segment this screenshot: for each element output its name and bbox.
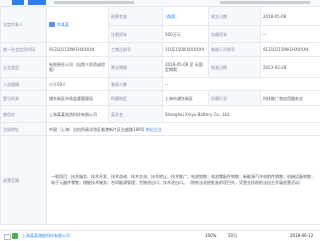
investment-row[interactable]: 上海某某储能科技有限公司 100% 50万 2018-06-12	[0, 230, 320, 241]
legal-rep-label: 法定代表人	[1, 7, 47, 43]
found-date-value: 2018-05-08	[261, 7, 320, 26]
company-type-value: 有限责任公司（自然人投资或控股）	[47, 57, 109, 78]
reg-capital-label: 注册资本	[109, 26, 163, 43]
tab-indicator[interactable]	[12, 0, 24, 5]
approval-date-value: 2023-03-28	[261, 57, 320, 78]
industry-label: 所属行业	[209, 91, 261, 106]
registration-authority-label: 登记机关	[1, 91, 47, 106]
industry-value: 科技推广和应用服务业	[261, 91, 320, 106]
company-type-label: 企业类型	[1, 57, 47, 78]
status-value: 存续	[163, 7, 209, 26]
english-name-label: 英文名	[109, 106, 163, 123]
business-scope-label: 经营范围	[1, 136, 47, 225]
region-label: 所属地区	[109, 91, 163, 106]
approval-date-label: 核准日期	[209, 57, 261, 78]
company-logo	[12, 233, 18, 239]
staff-size-value: 小于50人	[47, 78, 109, 91]
invested-company-link[interactable]: 上海某某储能科技有限公司	[22, 233, 70, 239]
invest-amount: 50万	[228, 233, 237, 239]
business-info-table: 法定代表人 李某某 经营状态 存续 成立日期 2018-05-08 注册资本 5…	[0, 6, 320, 225]
former-name-label: 曾用名	[1, 106, 47, 123]
region-value: 上海市浦东新区	[163, 91, 209, 106]
business-scope-value: 一般项目：技术服务、技术开发、技术咨询、技术交流、技术转让、技术推广；电池销售；…	[47, 136, 320, 225]
address-label: 注册地址	[1, 123, 47, 136]
former-name-value: 上海某某电池科技有限公司	[47, 106, 109, 123]
checkbox[interactable]	[4, 234, 11, 240]
found-date-label: 成立日期	[209, 7, 261, 26]
business-term-label: 营业期限	[109, 57, 163, 78]
avatar	[49, 22, 55, 27]
insured-label: 参保人数	[109, 78, 163, 91]
legal-rep-name[interactable]: 李某某	[57, 22, 69, 27]
status-badge: 存续	[165, 14, 177, 19]
status-label: 经营状态	[109, 7, 163, 26]
invest-date: 2018-06-12	[290, 233, 313, 239]
insured-value: --	[163, 78, 320, 91]
business-scope-text: 一般项目：技术服务、技术开发、技术咨询、技术交流、技术转让、技术推广；电池销售；…	[51, 174, 316, 186]
tab-indicator[interactable]	[28, 0, 46, 5]
taxpayer-id-value: 91310115MA1HXXXX4	[261, 43, 320, 57]
credit-code-label: 统一社会信用代码	[1, 43, 47, 57]
reg-capital-value: 500万元	[163, 26, 209, 43]
english-name-value: Shanghai Xinyu Battery Co., Ltd.	[163, 106, 320, 123]
registration-authority-value: 浦东新区市场监督管理局	[47, 91, 109, 106]
paid-capital-value: --	[261, 26, 320, 43]
paid-capital-label: 实缴资本	[209, 26, 261, 43]
reg-number-label: 工商注册号	[109, 43, 163, 57]
reg-number-value: 310115000XXXXXX	[163, 43, 209, 57]
credit-code-value: 91310115MA1HXXXX4	[47, 43, 109, 57]
legal-rep-value[interactable]: 李某某	[47, 7, 109, 43]
nearby-companies-link[interactable]: 附近企业	[146, 127, 162, 132]
taxpayer-id-label: 纳税人识别号	[209, 43, 261, 57]
header-placeholder	[54, 1, 134, 4]
share-percent: 100%	[205, 233, 216, 239]
header-placeholder	[220, 1, 310, 4]
address-text: 中国（上海）自由贸易试验区临港新片区业盛路188号	[49, 127, 145, 132]
business-term-value: 2018-05-08 至 无固定期限	[163, 57, 209, 78]
address-value: 中国（上海）自由贸易试验区临港新片区业盛路188号 附近企业	[47, 123, 320, 136]
staff-size-label: 人员规模	[1, 78, 47, 91]
